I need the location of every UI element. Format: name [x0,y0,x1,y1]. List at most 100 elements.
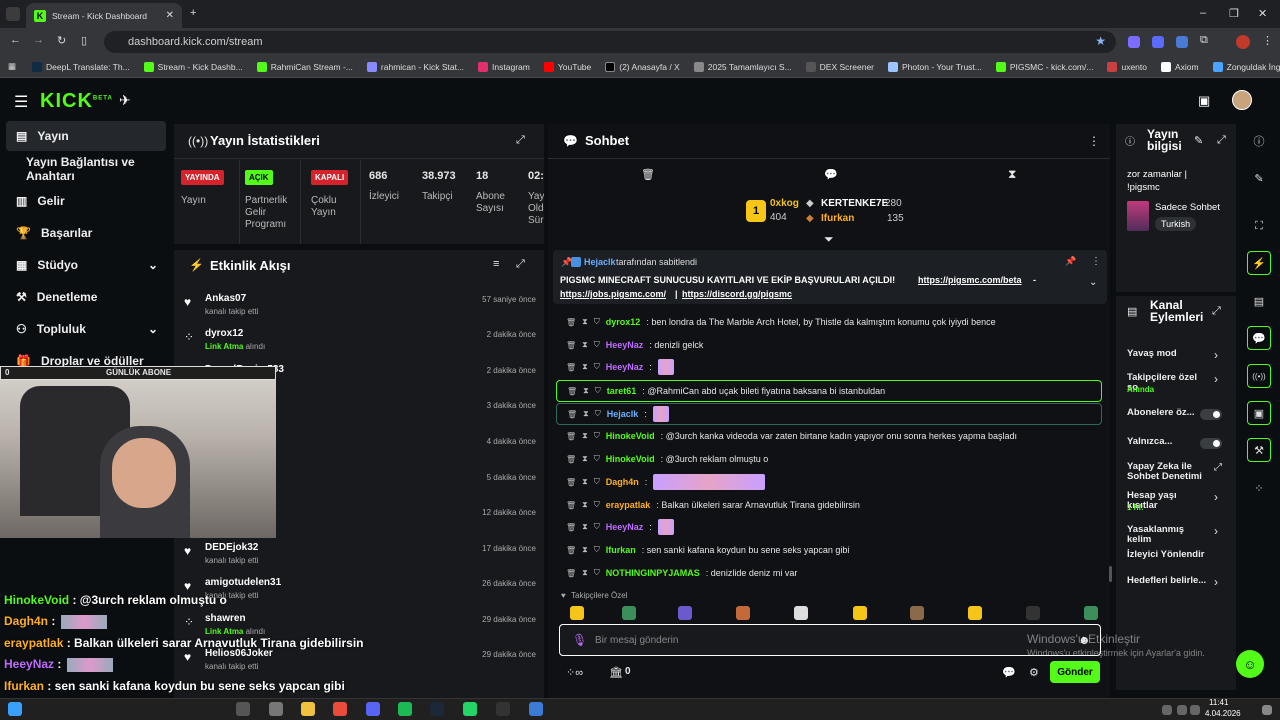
trash-icon[interactable]: 🗑 [641,168,655,181]
search-icon[interactable] [236,702,250,716]
chat-message[interactable]: 🗑 ⧗ ⛉ HinokeVoid: @3urch reklam olmuştu o [556,448,1102,470]
bookmark-item[interactable]: rahmican - Kick Stat... [366,61,464,72]
sidebar-item-stream-key[interactable]: Yayın Bağlantısı ve Anahtarı [6,154,172,184]
chat-message[interactable]: 🗑 ⧗ ⛉ dyrox12: ben londra da The Marble Arc… [556,311,1102,333]
edit-icon[interactable]: ✎ [1194,134,1203,147]
timeout-icon[interactable]: ⧗ [582,568,588,578]
chat-username[interactable]: dyrox12 [606,317,641,327]
timeout-icon[interactable]: ⧗ [582,431,588,441]
timeout-icon[interactable]: ⧗ [583,386,589,396]
bookmark-item[interactable]: DeepL Translate: Th... [32,61,130,72]
emote-button[interactable] [1084,606,1098,620]
channel-action-item[interactable]: Yalnızca... [1127,437,1207,447]
timeout-icon[interactable]: ⧗ [582,522,588,532]
chat-username[interactable]: eraypatlak [606,500,651,510]
pinned-link[interactable]: https://discord.gg/pigsmc [682,289,792,299]
sidebar-item-studyo[interactable]: ▦ Stüdyo ⌄ [6,250,166,280]
chat-message[interactable]: 🗑 ⧗ ⛉ taret61: @RahmiCan abd uçak bileti fi… [556,380,1102,402]
discord-icon[interactable] [366,702,380,716]
file-explorer-icon[interactable] [301,702,315,716]
channel-action-item[interactable]: İzleyici Yönlendir [1127,550,1207,560]
delete-message-icon[interactable]: 🗑 [567,387,577,396]
delete-message-icon[interactable]: 🗑 [566,546,576,555]
activity-item[interactable]: ♥ Ankas07 kanalı takip etti 57 saniye önce [184,293,536,327]
pinned-menu-icon[interactable]: ⋮ [1091,256,1101,267]
delete-message-icon[interactable]: 🗑 [566,501,576,510]
chat-username[interactable]: NOTHINGINPYJAMAS [606,568,700,578]
chat-input[interactable]: 🎙 Bir mesaj gönderin ☻ [559,624,1101,656]
unpin-icon[interactable]: 📌 [1065,256,1076,267]
chat-username[interactable]: HeeyNaz [606,362,644,372]
chat-username[interactable]: HeeyNaz [606,522,644,532]
chevron-right-icon[interactable]: › [1214,524,1218,538]
bookmark-item[interactable]: Instagram [478,61,530,72]
extensions-puzzle-icon[interactable]: ⧉ [1200,34,1208,47]
collapse-icon[interactable]: ⏷ [824,232,834,247]
chat-scrollbar[interactable] [1109,566,1112,582]
obs-icon[interactable] [496,702,510,716]
layout-icon[interactable]: ▣ [1247,401,1271,425]
delete-message-icon[interactable]: 🗑 [566,478,576,487]
tab-search-button[interactable] [6,7,20,21]
sidebar-item-denetleme[interactable]: ⚒ Denetleme [6,282,166,312]
document-icon[interactable]: ▤ [1247,289,1271,313]
back-icon[interactable]: ← [10,34,21,46]
chevron-right-icon[interactable]: › [1214,372,1218,386]
hourglass-icon[interactable]: ⧗ [1008,167,1016,182]
bookmark-star-icon[interactable]: ★ [1095,34,1106,48]
delete-message-icon[interactable]: 🗑 [567,410,577,419]
chat-username[interactable]: HinokeVoid [606,431,655,441]
timeout-icon[interactable]: ⧗ [582,340,588,350]
delete-message-icon[interactable]: 🗑 [566,523,576,532]
sidebar-item-gelir[interactable]: ▥ Gelir [6,186,166,216]
bookmark-item[interactable]: Stream - Kick Dashb... [143,61,243,72]
close-window-button[interactable]: ✕ [1258,7,1267,20]
notification-icon[interactable] [1262,705,1272,715]
emote-button[interactable] [794,606,808,620]
broadcast-icon[interactable]: ((•)) [1247,364,1271,388]
bookmark-item[interactable]: RahmiCan Stream -... [256,61,353,72]
new-tab-button[interactable]: + [190,7,196,19]
emote-button[interactable] [622,606,636,620]
tray-icon[interactable] [1190,705,1200,715]
timeout-icon[interactable]: ⧗ [582,454,588,464]
channel-action-item[interactable]: Abonelere öz... [1127,408,1207,418]
timeout-icon[interactable]: ⧗ [583,409,589,419]
bookmark-item[interactable]: YouTube [543,61,591,72]
spotify-icon[interactable] [398,702,412,716]
pinned-link[interactable]: https://jobs.pigsmc.com/ [560,289,666,299]
activity-item[interactable]: ⁘ dyrox12 Link Atma alındı 2 dakika önce [184,328,536,362]
task-view-icon[interactable] [269,702,283,716]
browser-menu-icon[interactable]: ⋮ [1262,34,1273,47]
activity-item[interactable]: ♥ Helios06Joker kanalı takip etti 29 dakika… [184,648,536,682]
pin-icon[interactable]: ✈ [119,92,131,109]
chat-bubble-icon[interactable]: 💬 [1247,326,1271,350]
popout-icon[interactable]: ⤢ [1212,305,1221,318]
activity-icon[interactable]: ⁘∞ [566,666,583,679]
chat-username[interactable]: HinokeVoid [606,454,655,464]
toggle-switch[interactable] [1200,438,1222,449]
moderation-icon[interactable]: ⚒ [1247,438,1271,462]
maximize-button[interactable]: ❐ [1229,7,1239,20]
emote-button[interactable] [968,606,982,620]
popout-icon[interactable]: ⤢ [516,258,525,271]
chat-message[interactable]: 🗑 ⧗ ⛉ eraypatlak: Balkan ülkeleri sarar Arn… [556,494,1102,516]
tray-icon[interactable] [1177,705,1187,715]
bookmark-item[interactable]: PIGSMC - kick.com/... [995,61,1093,72]
gear-icon[interactable]: ⚙ [1029,666,1039,679]
hamburger-menu-icon[interactable]: ☰ [14,92,28,112]
crop-icon[interactable]: ⛶ [1247,214,1271,238]
delete-message-icon[interactable]: 🗑 [566,569,576,578]
timeout-icon[interactable]: ⧗ [582,362,588,372]
info-icon[interactable]: ⓘ [1247,129,1271,153]
bookmark-item[interactable]: Zonguldak İngilizce... [1212,61,1280,72]
reload-icon[interactable]: ↻ [57,34,66,47]
popout-icon[interactable]: ⤢ [516,134,525,147]
sidebar-toggle-icon[interactable]: ▯ [81,34,87,47]
chat-username[interactable]: Dagh4n [606,477,639,487]
chat-username[interactable]: HeeyNaz [606,340,644,350]
kick-logo[interactable]: KICKBETA [40,90,113,113]
chat-message[interactable]: 🗑 ⧗ ⛉ Hejaclk: [556,403,1102,425]
timeout-icon[interactable]: ⧗ [582,477,588,487]
bookmark-item[interactable]: 2025 Tamamlayıcı S... [693,61,792,72]
